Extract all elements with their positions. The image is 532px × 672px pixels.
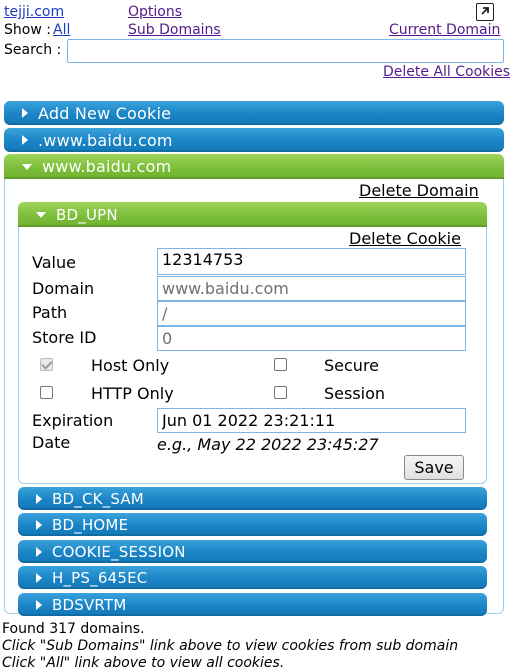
cookie-bar-bd-home[interactable]: BD_HOME <box>18 513 487 536</box>
host-only-checkbox[interactable] <box>40 358 53 371</box>
store-id-field[interactable] <box>157 326 466 351</box>
bar-label: .www.baidu.com <box>38 130 173 150</box>
bar-label: Add New Cookie <box>38 103 172 123</box>
external-link-icon[interactable] <box>476 3 494 21</box>
domain-bar-dot-baidu[interactable]: .www.baidu.com <box>4 128 504 152</box>
cookie-bar-h-ps-645ec[interactable]: H_PS_645EC <box>18 566 487 589</box>
triangle-right-icon <box>36 519 42 530</box>
cookie-name: BD_UPN <box>56 205 118 224</box>
path-label: Path <box>32 303 68 322</box>
cookie-name: H_PS_645EC <box>52 568 148 587</box>
triangle-right-icon <box>36 572 42 583</box>
all-link[interactable]: All <box>53 22 70 38</box>
sub-domains-link[interactable]: Sub Domains <box>128 22 221 38</box>
sub-domains-hint: Click "Sub Domains" link above to view c… <box>2 638 459 654</box>
expiration-hint: e.g., May 22 2022 23:45:27 <box>157 435 379 454</box>
http-only-checkbox[interactable] <box>40 386 53 399</box>
value-label: Value <box>32 253 76 272</box>
cookie-bar-bd-ck-sam[interactable]: BD_CK_SAM <box>18 487 487 510</box>
session-checkbox[interactable] <box>274 386 287 399</box>
session-label: Session <box>324 384 386 403</box>
domain-field[interactable] <box>157 276 466 301</box>
triangle-right-icon <box>36 599 42 610</box>
triangle-down-icon <box>36 211 46 218</box>
path-field[interactable] <box>157 301 466 326</box>
site-link[interactable]: tejji.com <box>4 4 64 20</box>
secure-checkbox[interactable] <box>274 358 287 371</box>
delete-domain-link[interactable]: Delete Domain <box>359 181 479 200</box>
current-domain-link[interactable]: Current Domain <box>389 22 500 38</box>
expiration-label: Expiration <box>32 411 114 430</box>
triangle-right-icon <box>36 546 42 557</box>
bar-label: www.baidu.com <box>42 157 172 176</box>
all-cookies-hint: Click "All" link above to view all cooki… <box>2 655 285 671</box>
search-input[interactable] <box>67 39 504 63</box>
expiration-field[interactable] <box>157 408 466 433</box>
expiration-date-label: Date <box>32 433 71 452</box>
triangle-right-icon <box>36 493 42 504</box>
triangle-down-icon <box>22 163 32 170</box>
cookie-bar-bd-upn-expanded[interactable]: BD_UPN <box>18 202 487 227</box>
host-only-label: Host Only <box>91 356 170 375</box>
save-button[interactable]: Save <box>404 455 464 480</box>
value-field[interactable]: 12314753 <box>157 248 466 275</box>
cookie-name: BD_HOME <box>52 515 129 534</box>
cookie-name: BDSVRTM <box>52 595 127 614</box>
cookie-bar-cookie-session[interactable]: COOKIE_SESSION <box>18 540 487 563</box>
delete-cookie-link[interactable]: Delete Cookie <box>349 229 461 248</box>
found-domains-text: Found 317 domains. <box>2 621 145 637</box>
options-link[interactable]: Options <box>128 4 182 20</box>
domain-bar-baidu-expanded[interactable]: www.baidu.com <box>4 154 504 179</box>
add-new-cookie-bar[interactable]: Add New Cookie <box>4 101 504 125</box>
cookie-name: COOKIE_SESSION <box>52 542 186 561</box>
domain-label: Domain <box>32 279 95 298</box>
delete-all-cookies-link[interactable]: Delete All Cookies <box>383 64 510 80</box>
triangle-right-icon <box>22 108 28 118</box>
http-only-label: HTTP Only <box>91 384 174 403</box>
triangle-right-icon <box>22 135 28 145</box>
show-label: Show : <box>4 22 51 38</box>
cookie-bar-bdsvrtm[interactable]: BDSVRTM <box>18 593 487 616</box>
store-id-label: Store ID <box>32 328 97 347</box>
cookie-name: BD_CK_SAM <box>52 489 144 508</box>
search-label: Search : <box>4 42 62 58</box>
secure-label: Secure <box>324 356 380 375</box>
